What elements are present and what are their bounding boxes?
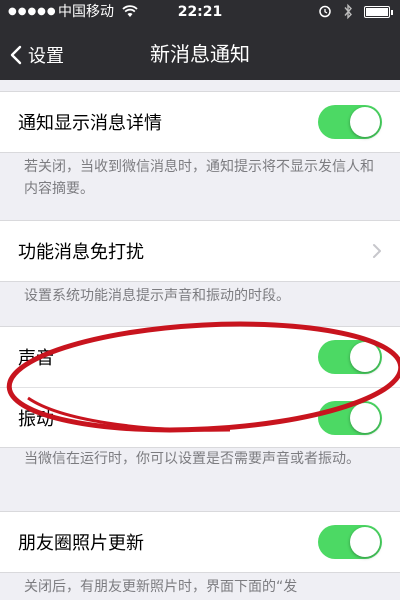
page-title: 新消息通知 (150, 42, 250, 66)
top-bar: ●●●●● 中国移动 22:21 设置 新消息通知 (0, 0, 400, 80)
vibrate-note: 当微信在运行时，你可以设置是否需要声音或者振动。 (24, 451, 360, 467)
row-label: 振动 (18, 408, 54, 430)
row-label: 功能消息免打扰 (18, 242, 144, 263)
battery-level (366, 8, 388, 16)
alarm-icon (319, 5, 331, 18)
status-bar: ●●●●● 中国移动 22:21 (0, 0, 400, 24)
row-label: 声音 (18, 348, 54, 369)
moments-toggle[interactable] (318, 525, 382, 559)
chevron-right-icon (373, 244, 381, 258)
group-moments: 朋友圈照片更新 (0, 511, 400, 573)
sound-toggle[interactable] (318, 340, 382, 374)
row-sound: 声音 (0, 327, 400, 387)
toggle-knob (350, 403, 380, 433)
toggle-knob (350, 527, 380, 557)
details-toggle[interactable] (318, 105, 382, 139)
dnd-note: 设置系统功能消息提示声音和振动的时段。 (24, 288, 290, 304)
bluetooth-icon (344, 3, 352, 20)
clock-time: 22:21 (177, 4, 223, 20)
toggle-knob (350, 107, 380, 137)
row-notification-details: 通知显示消息详情 (0, 92, 400, 152)
row-dnd[interactable]: 功能消息免打扰 (0, 221, 400, 281)
moments-note: 关闭后，有朋友更新照片时，界面下面的“发 (24, 579, 298, 595)
group-details: 通知显示消息详情 (0, 91, 400, 153)
toggle-knob (350, 342, 380, 372)
group-sound-vibrate: 声音 振动 (0, 326, 400, 448)
row-label: 朋友圈照片更新 (18, 533, 144, 554)
row-vibrate: 振动 (0, 387, 400, 447)
row-label: 通知显示消息详情 (18, 113, 162, 134)
group-dnd: 功能消息免打扰 (0, 220, 400, 282)
vibrate-toggle[interactable] (318, 401, 382, 435)
details-note: 若关闭，当收到微信消息时，通知提示将不显示发信人和内容摘要。 (24, 159, 374, 197)
battery-icon (364, 6, 393, 18)
row-moments: 朋友圈照片更新 (0, 512, 400, 572)
